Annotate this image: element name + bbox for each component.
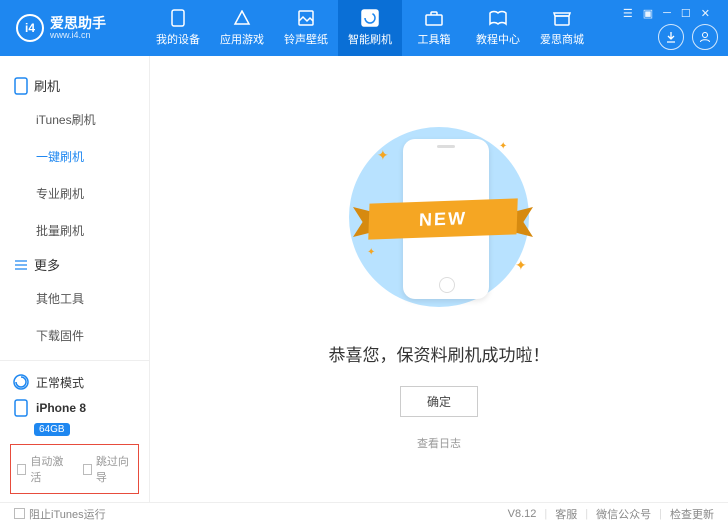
maximize-icon[interactable]: ☐ xyxy=(681,7,691,20)
nav-my-device[interactable]: 我的设备 xyxy=(146,0,210,56)
sidebar: 刷机 iTunes刷机 一键刷机 专业刷机 批量刷机 更多 其他工具 下载固件 … xyxy=(0,56,150,502)
app-icon xyxy=(232,9,252,27)
app-name: 爱思助手 xyxy=(50,16,106,30)
sidebar-section-more[interactable]: 更多 xyxy=(0,249,149,280)
success-title: 恭喜您，保资料刷机成功啦！ xyxy=(329,341,550,366)
close-icon[interactable]: ✕ xyxy=(701,7,710,20)
footer-link-update[interactable]: 检查更新 xyxy=(670,506,714,522)
view-log-link[interactable]: 查看日志 xyxy=(417,435,461,451)
storage-badge: 64GB xyxy=(34,423,70,436)
mode-label: 正常模式 xyxy=(36,374,84,391)
sidebar-item-pro-flash[interactable]: 专业刷机 xyxy=(0,175,149,212)
sidebar-item-batch-flash[interactable]: 批量刷机 xyxy=(0,212,149,249)
settings-icon[interactable]: ☰ xyxy=(623,7,633,20)
sidebar-item-itunes-flash[interactable]: iTunes刷机 xyxy=(0,101,149,138)
device-info[interactable]: iPhone 8 xyxy=(10,395,139,421)
skin-icon[interactable]: ▣ xyxy=(643,7,653,20)
minimize-icon[interactable]: ─ xyxy=(663,7,671,20)
shop-icon xyxy=(552,9,572,27)
sidebar-section-flash[interactable]: 刷机 xyxy=(0,70,149,101)
nav-apps[interactable]: 应用游戏 xyxy=(210,0,274,56)
book-icon xyxy=(488,9,508,27)
menu-icon xyxy=(14,258,28,272)
status-bar: 阻止iTunes运行 V8.12 | 客服 | 微信公众号 | 检查更新 xyxy=(0,502,728,524)
account-button[interactable] xyxy=(692,24,718,50)
phone-outline-icon xyxy=(14,77,28,95)
nav-flash[interactable]: 智能刷机 xyxy=(338,0,402,56)
refresh-icon xyxy=(360,9,380,27)
download-button[interactable] xyxy=(658,24,684,50)
toolbox-icon xyxy=(424,9,444,27)
sidebar-item-other-tools[interactable]: 其他工具 xyxy=(0,280,149,317)
version-label: V8.12 xyxy=(508,508,537,520)
nav-tutorials[interactable]: 教程中心 xyxy=(466,0,530,56)
window-controls: ☰ ▣ ─ ☐ ✕ xyxy=(623,7,710,20)
options-row: 自动激活 跳过向导 xyxy=(10,444,139,494)
app-url: www.i4.cn xyxy=(50,30,106,40)
wallpaper-icon xyxy=(296,9,316,27)
checkbox-icon xyxy=(17,464,26,475)
footer-link-support[interactable]: 客服 xyxy=(555,506,577,522)
app-logo: i4 爱思助手 www.i4.cn xyxy=(16,14,146,42)
nav-mall[interactable]: 爱思商城 xyxy=(530,0,594,56)
nav-toolbox[interactable]: 工具箱 xyxy=(402,0,466,56)
logo-icon: i4 xyxy=(16,14,44,42)
download-icon xyxy=(664,30,678,44)
checkbox-skip-guide[interactable]: 跳过向导 xyxy=(83,453,133,485)
main-nav: 我的设备 应用游戏 铃声壁纸 智能刷机 工具箱 教程中心 爱思商城 xyxy=(146,0,623,56)
user-icon xyxy=(698,30,712,44)
footer-link-wechat[interactable]: 微信公众号 xyxy=(596,506,651,522)
checkbox-prevent-itunes[interactable]: 阻止iTunes运行 xyxy=(14,506,106,522)
device-label: iPhone 8 xyxy=(36,401,86,415)
ok-button[interactable]: 确定 xyxy=(400,386,478,417)
nav-ringtones[interactable]: 铃声壁纸 xyxy=(274,0,338,56)
checkbox-icon xyxy=(83,464,92,475)
sidebar-item-download-firmware[interactable]: 下载固件 xyxy=(0,317,149,354)
mode-icon xyxy=(12,373,30,391)
device-icon xyxy=(12,399,30,417)
success-illustration: ✦ ✦ ✦ ✦ NEW xyxy=(329,117,549,317)
ribbon-text: NEW xyxy=(368,198,518,239)
device-mode[interactable]: 正常模式 xyxy=(10,369,139,395)
phone-icon xyxy=(168,9,188,27)
checkbox-auto-activate[interactable]: 自动激活 xyxy=(17,453,67,485)
sidebar-item-oneclick-flash[interactable]: 一键刷机 xyxy=(0,138,149,175)
checkbox-icon xyxy=(14,508,25,519)
main-content: ✦ ✦ ✦ ✦ NEW 恭喜您，保资料刷机成功啦！ 确定 查看日志 xyxy=(150,56,728,502)
